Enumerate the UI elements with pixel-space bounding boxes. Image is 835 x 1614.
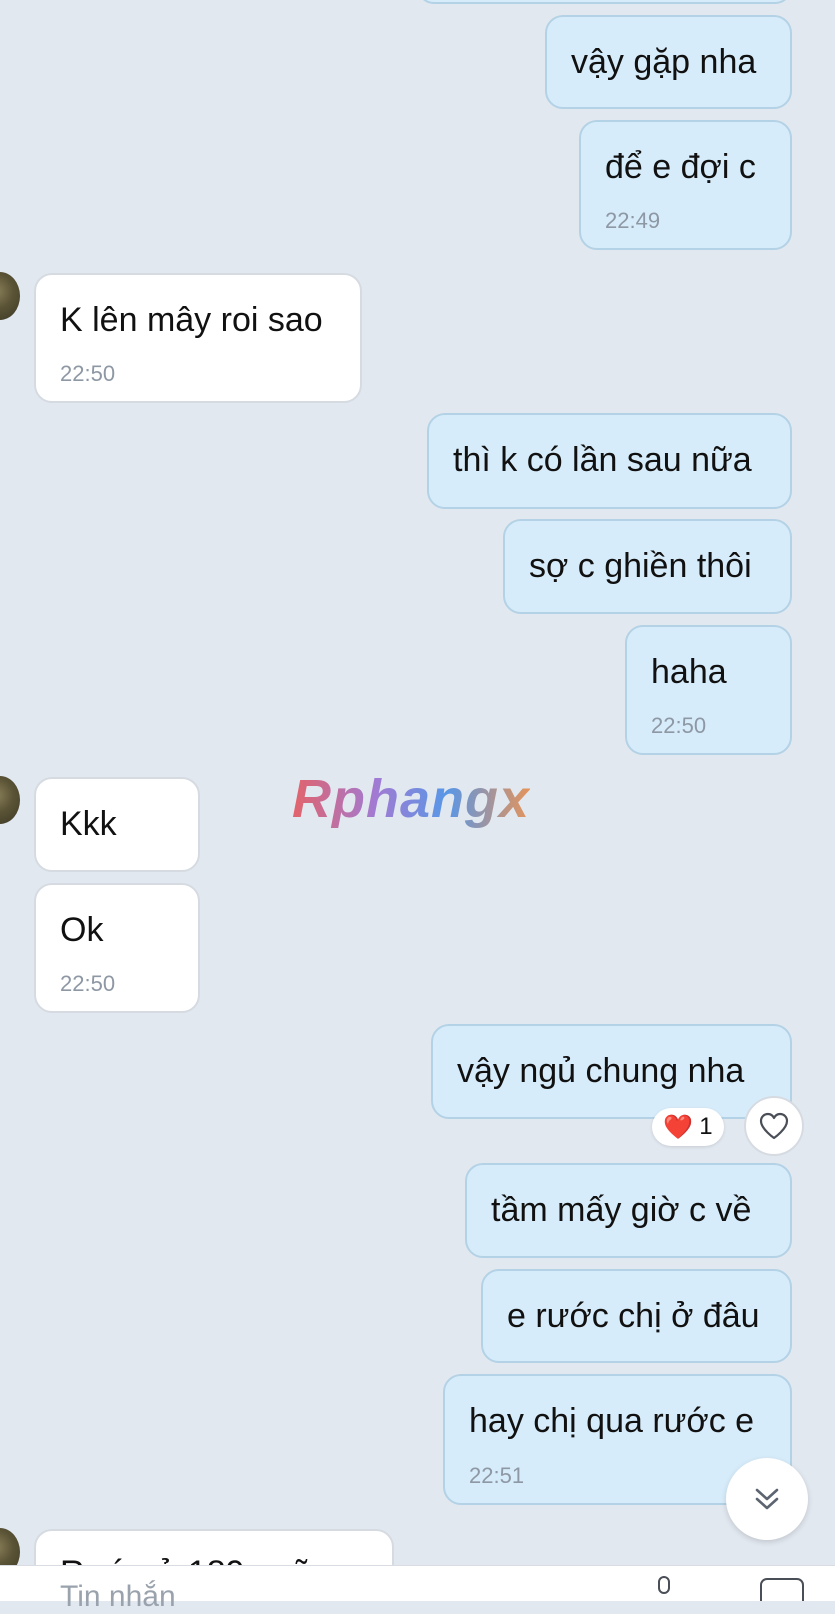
heart-emoji-icon: ❤️ — [663, 1113, 694, 1141]
message-bubble[interactable]: vậy gặp nha — [545, 15, 792, 109]
message-bubble[interactable]: haha 22:50 — [625, 625, 792, 755]
contact-avatar[interactable] — [0, 776, 20, 824]
message-time: 22:51 — [469, 1463, 525, 1488]
message-text: haha — [651, 653, 727, 691]
message-bubble[interactable]: Ok 22:50 — [34, 883, 200, 1013]
message-text: Rước ở 189 ngõ ... — [60, 1553, 349, 1565]
message-text: hay chị qua rước e — [469, 1402, 755, 1440]
message-time: 22:49 — [605, 208, 661, 233]
double-chevron-down-icon — [755, 1488, 779, 1510]
message-bubble[interactable]: tầm mấy giờ c về — [465, 1163, 792, 1258]
chat-area[interactable]: vậy gặp nha để e đợi c 22:49 K lên mây r… — [0, 0, 835, 1565]
message-time: 22:50 — [60, 971, 116, 996]
message-text: K lên mây roi sao — [60, 301, 323, 339]
message-bubble[interactable]: Kkk — [34, 777, 200, 872]
message-time: 22:50 — [60, 361, 116, 386]
contact-avatar[interactable] — [0, 272, 20, 320]
reaction-count: 1 — [699, 1113, 713, 1140]
heart-outline-icon — [759, 1112, 789, 1140]
message-bubble[interactable]: thì k có lần sau nữa — [427, 413, 792, 509]
image-icon[interactable] — [760, 1578, 804, 1601]
message-text: thì k có lần sau nữa — [453, 441, 752, 479]
reaction-badge[interactable]: ❤️ 1 — [652, 1108, 724, 1146]
message-text: vậy gặp nha — [571, 43, 757, 81]
message-bubble[interactable]: e rước chị ở đâu — [481, 1269, 792, 1363]
microphone-icon[interactable] — [652, 1576, 676, 1601]
message-bubble[interactable]: K lên mây roi sao 22:50 — [34, 273, 362, 403]
message-input-placeholder[interactable]: Tin nhắn — [60, 1580, 176, 1614]
message-text: e rước chị ở đâu — [507, 1297, 760, 1335]
message-time: 22:50 — [651, 713, 707, 738]
message-bubble[interactable]: Rước ở 189 ngõ ... — [34, 1529, 394, 1565]
message-text: để e đợi c — [605, 148, 756, 186]
scroll-to-bottom-button[interactable] — [726, 1458, 808, 1540]
message-text: vậy ngủ chung nha — [457, 1052, 745, 1090]
message-bubble-partial[interactable] — [417, 0, 792, 4]
like-button[interactable] — [744, 1096, 804, 1156]
message-text: Ok — [60, 911, 104, 949]
message-text: tầm mấy giờ c về — [491, 1191, 752, 1229]
contact-avatar[interactable] — [0, 1528, 20, 1565]
message-composer[interactable]: Tin nhắn — [0, 1565, 835, 1613]
message-text: sợ c ghiền thôi — [529, 547, 752, 585]
message-bubble[interactable]: vậy ngủ chung nha — [431, 1024, 792, 1119]
message-text: Kkk — [60, 805, 117, 843]
message-bubble[interactable]: để e đợi c 22:49 — [579, 120, 792, 250]
watermark-logo: Rphangx — [292, 769, 531, 829]
message-bubble[interactable]: sợ c ghiền thôi — [503, 519, 792, 614]
